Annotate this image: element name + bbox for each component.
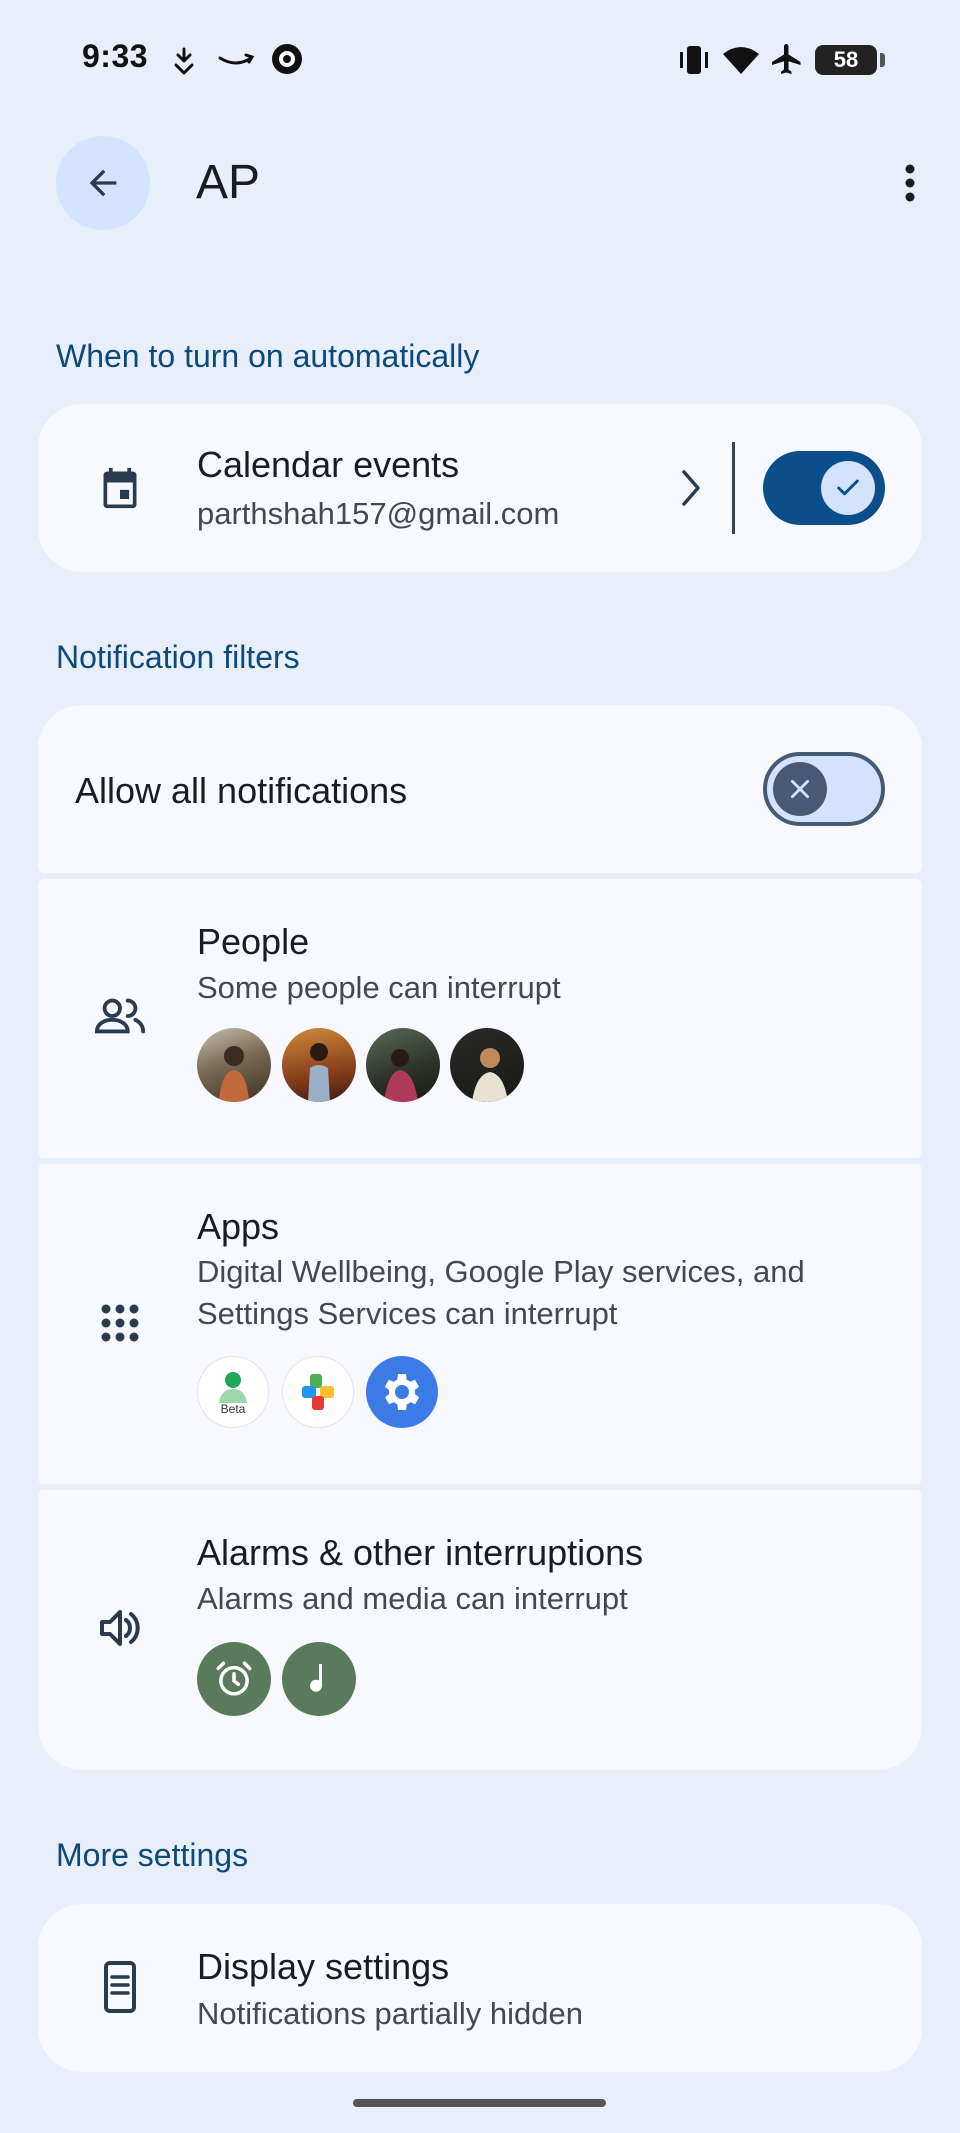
- calendar-icon: [98, 464, 144, 514]
- people-row[interactable]: [38, 879, 922, 1158]
- allow-all-title: Allow all notifications: [75, 770, 408, 811]
- display-settings-title: Display settings: [197, 1946, 450, 1987]
- calendar-events-account: parthshah157@gmail.com: [197, 496, 560, 531]
- alarms-title: Alarms & other interruptions: [197, 1532, 644, 1573]
- amazon-smile-icon: [216, 48, 256, 72]
- display-settings-row[interactable]: [38, 1904, 922, 2072]
- phone-display-icon: [102, 1961, 142, 2015]
- beta-label: Beta: [220, 1402, 246, 1416]
- check-icon: [834, 474, 862, 502]
- people-subtitle: Some people can interrupt: [197, 970, 561, 1005]
- people-icon: [93, 996, 149, 1040]
- volume-icon: [96, 1606, 146, 1652]
- apps-grid-icon: [100, 1303, 142, 1345]
- close-icon: [787, 776, 813, 802]
- status-time: 9:33: [82, 38, 149, 74]
- google-play-services-icon: [282, 1356, 354, 1428]
- music-note-icon: [282, 1642, 356, 1716]
- apps-title: Apps: [197, 1206, 280, 1247]
- home-indicator[interactable]: [353, 2099, 606, 2107]
- calendar-events-toggle[interactable]: [763, 451, 885, 525]
- back-button[interactable]: [56, 136, 150, 230]
- battery-icon: 58: [815, 45, 885, 75]
- more-vert-icon: [904, 163, 916, 203]
- section-label-more: More settings: [56, 1837, 249, 1873]
- gear-blob-icon: [268, 40, 306, 78]
- section-label-filters: Notification filters: [56, 639, 300, 675]
- calendar-events-title: Calendar events: [197, 444, 460, 485]
- airplane-icon: [768, 40, 806, 78]
- digital-wellbeing-icon: Beta: [197, 1356, 269, 1428]
- section-label-auto: When to turn on automatically: [56, 338, 480, 374]
- toggle-knob: [821, 461, 875, 515]
- avatar: [450, 1028, 524, 1102]
- chevron-right-icon: [678, 468, 708, 508]
- alarm-clock-icon: [197, 1642, 271, 1716]
- people-title: People: [197, 921, 310, 962]
- avatar: [197, 1028, 271, 1102]
- toggle-knob: [773, 762, 827, 816]
- settings-services-icon: [366, 1356, 438, 1428]
- avatar: [282, 1028, 356, 1102]
- apps-subtitle: Digital Wellbeing, Google Play services,…: [197, 1254, 805, 1331]
- allow-all-toggle[interactable]: [763, 752, 885, 826]
- page-title: AP: [196, 156, 261, 209]
- divider: [732, 442, 735, 534]
- avatar: [366, 1028, 440, 1102]
- more-options-button[interactable]: [880, 150, 940, 216]
- wifi-icon: [720, 42, 762, 78]
- hand-touch-icon: [170, 46, 198, 76]
- display-settings-subtitle: Notifications partially hidden: [197, 1996, 583, 2031]
- vibrate-icon: [676, 42, 712, 78]
- alarms-subtitle: Alarms and media can interrupt: [197, 1581, 628, 1616]
- arrow-left-icon: [83, 163, 123, 203]
